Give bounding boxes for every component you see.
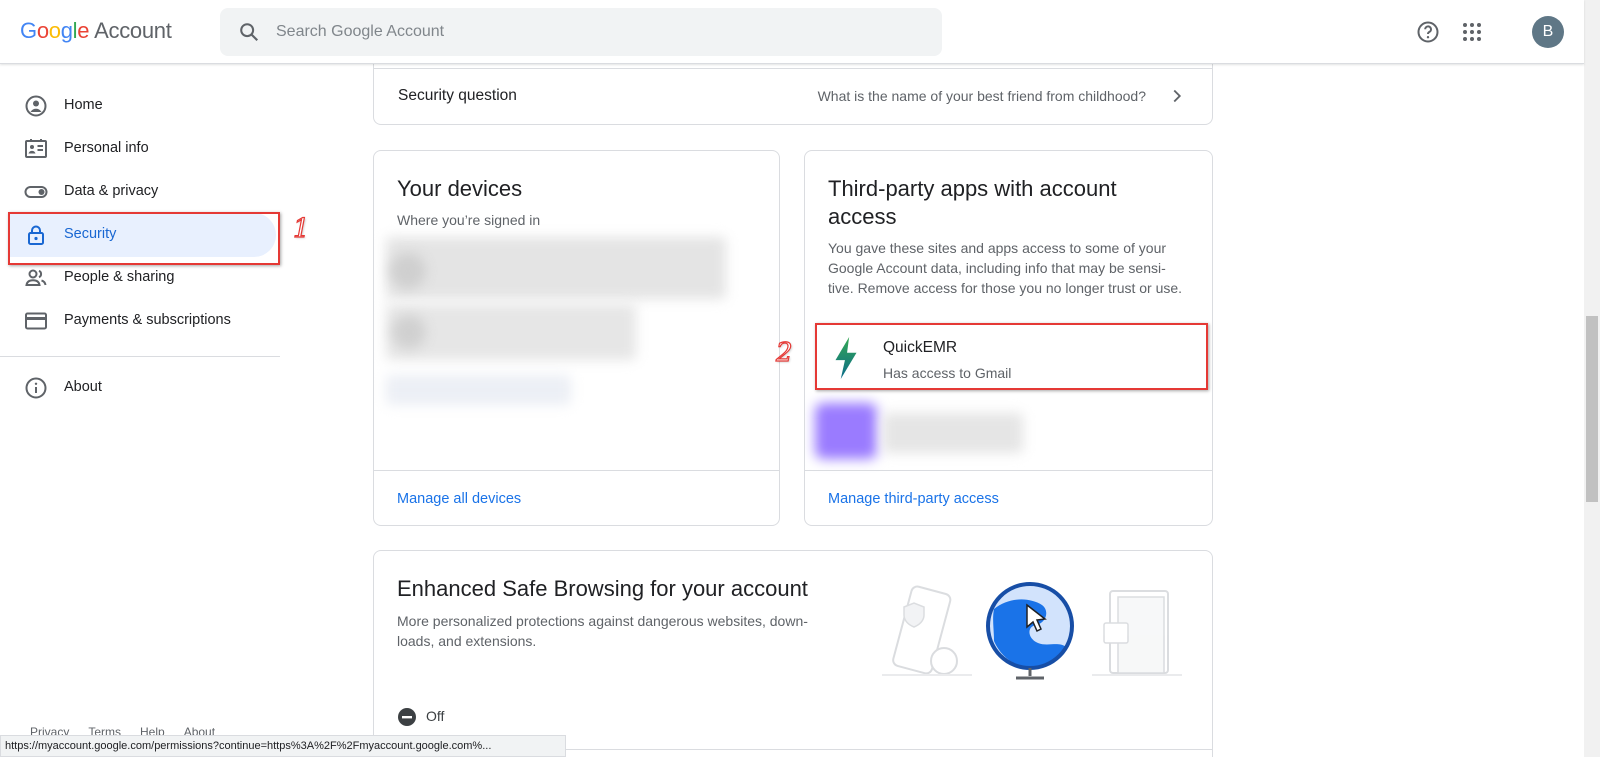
sidebar-item-home[interactable]: Home: [0, 84, 276, 128]
safe-browsing-description: More personalized protections against da…: [397, 613, 808, 649]
google-account-logo[interactable]: Google Account: [20, 18, 172, 44]
app-text-blurred: [883, 413, 1023, 453]
security-question-label: Security question: [398, 87, 517, 104]
manage-third-party-access-link[interactable]: Manage third-party access: [828, 491, 999, 507]
search-icon[interactable]: [238, 21, 260, 43]
page: { "header": { "logo_google": "Google", "…: [0, 0, 1600, 757]
id-card-icon: [25, 139, 47, 158]
sidebar-item-data-privacy[interactable]: Data & privacy: [0, 170, 276, 214]
page-scrollbar[interactable]: [1584, 0, 1600, 757]
card-divider: [374, 470, 779, 471]
sidebar-item-label: Data & privacy: [64, 183, 159, 199]
devices-subtitle: Where you’re signed in: [397, 212, 541, 228]
sidebar-item-label: People & sharing: [64, 269, 175, 285]
account-wordmark: Account: [94, 18, 172, 43]
security-question-row[interactable]: Security question What is the name of yo…: [374, 69, 1212, 124]
browser-status-url: https://myaccount.google.com/permissions…: [0, 735, 566, 757]
sidebar-divider: [0, 356, 280, 357]
devices-title: Your devices: [397, 176, 523, 201]
off-status-icon: [398, 708, 416, 726]
people-icon: [25, 269, 47, 286]
sidebar-item-label: About: [64, 379, 102, 395]
google-wordmark: Google: [20, 18, 90, 43]
device-item-blurred[interactable]: [386, 237, 726, 299]
security-question-value: What is the name of your best friend fro…: [817, 88, 1146, 104]
toggle-icon: [24, 186, 48, 198]
safe-browsing-title: Enhanced Safe Browsing for your account: [397, 576, 808, 601]
sidebar-item-payments[interactable]: Payments & subscriptions: [0, 299, 276, 343]
search-bar[interactable]: [220, 8, 942, 56]
annotation-highlight-quickemr: [815, 323, 1208, 390]
device-icon-blurred: [392, 315, 426, 349]
third-party-description: You gave these sites and apps access to …: [828, 240, 1183, 296]
sidebar-item-label: Payments & subscriptions: [64, 312, 231, 328]
help-icon[interactable]: [1416, 20, 1440, 44]
annotation-highlight-security: [8, 212, 280, 265]
third-party-title: Third-party apps with account access: [828, 176, 1117, 229]
annotation-number-1: 1: [292, 213, 310, 244]
annotation-number-2: 2: [775, 337, 793, 368]
card-divider: [805, 470, 1212, 471]
info-icon: [25, 377, 47, 399]
apps-grid-icon[interactable]: [1460, 20, 1484, 44]
sidebar-item-about[interactable]: About: [0, 366, 276, 410]
top-header: GoogleAccount B: [0, 0, 1584, 64]
device-item-blurred[interactable]: [386, 375, 571, 405]
safe-browsing-status-label: Off: [426, 708, 445, 724]
sidebar-item-personal-info[interactable]: Personal info: [0, 127, 276, 171]
scrollbar-thumb[interactable]: [1586, 316, 1598, 502]
device-icon-blurred: [390, 253, 426, 289]
sidebar-item-label: Home: [64, 97, 103, 113]
app-icon-blurred: [815, 403, 877, 459]
credit-card-icon: [25, 312, 47, 330]
home-icon: [25, 95, 47, 117]
chevron-right-icon: [1173, 89, 1182, 103]
search-input[interactable]: [276, 8, 916, 56]
your-devices-card: Your devices Where you’re signed in Mana…: [373, 150, 780, 526]
manage-all-devices-link[interactable]: Manage all devices: [397, 491, 521, 507]
avatar[interactable]: B: [1532, 16, 1564, 48]
safe-browsing-illustration: [882, 582, 1182, 680]
enhanced-safe-browsing-card: Enhanced Safe Browsing for your account …: [373, 550, 1213, 757]
sidebar-item-label: Personal info: [64, 140, 149, 156]
